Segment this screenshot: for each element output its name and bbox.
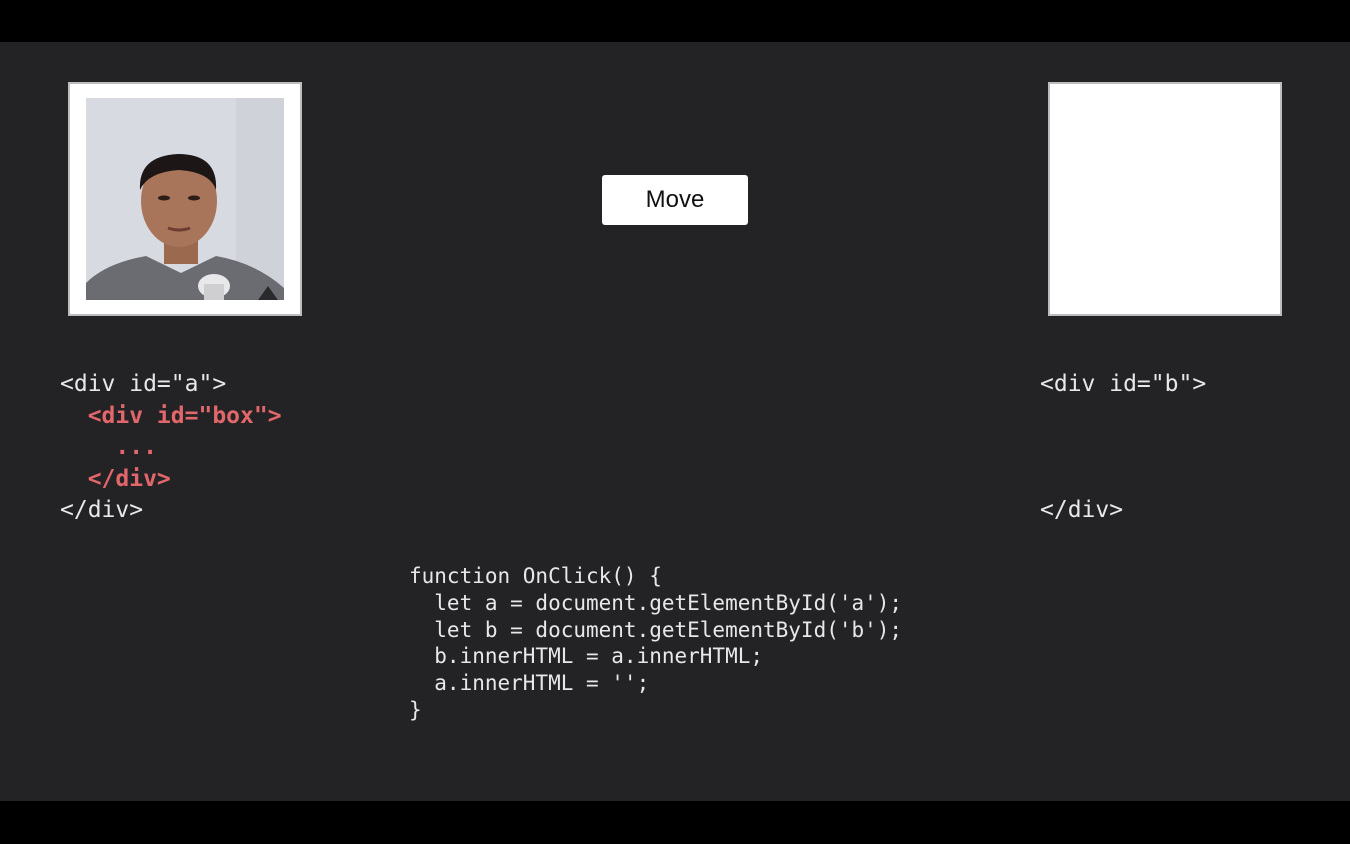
box-open-tag: <div id="box"> <box>60 402 282 429</box>
presentation-stage: Move <div id="a"> <div id="box"> ... </d… <box>0 42 1350 801</box>
div-b-open-tag: <div id="b"> <box>1040 371 1207 397</box>
onclick-function-code: function OnClick() { let a = document.ge… <box>409 563 902 724</box>
div-a-container <box>68 82 302 316</box>
div-b-close-tag: </div> <box>1040 497 1124 524</box>
presenter-webcam <box>86 98 284 300</box>
div-b-markup: <div id="b"> </div> <box>1040 369 1206 527</box>
code-line: let a = document.getElementById('a'); <box>409 590 903 615</box>
code-line: } <box>409 697 422 722</box>
move-button[interactable]: Move <box>602 175 748 225</box>
code-line: a.innerHTML = ''; <box>409 671 650 696</box>
div-a-markup: <div id="a"> <div id="box"> ... </div> </… <box>60 369 282 527</box>
div-b-blank-line <box>1040 401 1206 433</box>
div-a-close-tag: </div> <box>60 497 144 524</box>
div-b-blank-line <box>1040 432 1206 464</box>
code-line: function OnClick() { <box>409 564 662 588</box>
code-line: let b = document.getElementById('b'); <box>409 617 903 642</box>
div-b-container <box>1048 82 1282 316</box>
box-close-tag: </div> <box>60 465 171 492</box>
box-ellipsis: ... <box>60 434 157 461</box>
code-line: b.innerHTML = a.innerHTML; <box>409 644 764 669</box>
presenter-image <box>86 98 284 300</box>
div-b-blank-line <box>1040 464 1206 496</box>
div-a-open-tag: <div id="a"> <box>60 371 227 397</box>
